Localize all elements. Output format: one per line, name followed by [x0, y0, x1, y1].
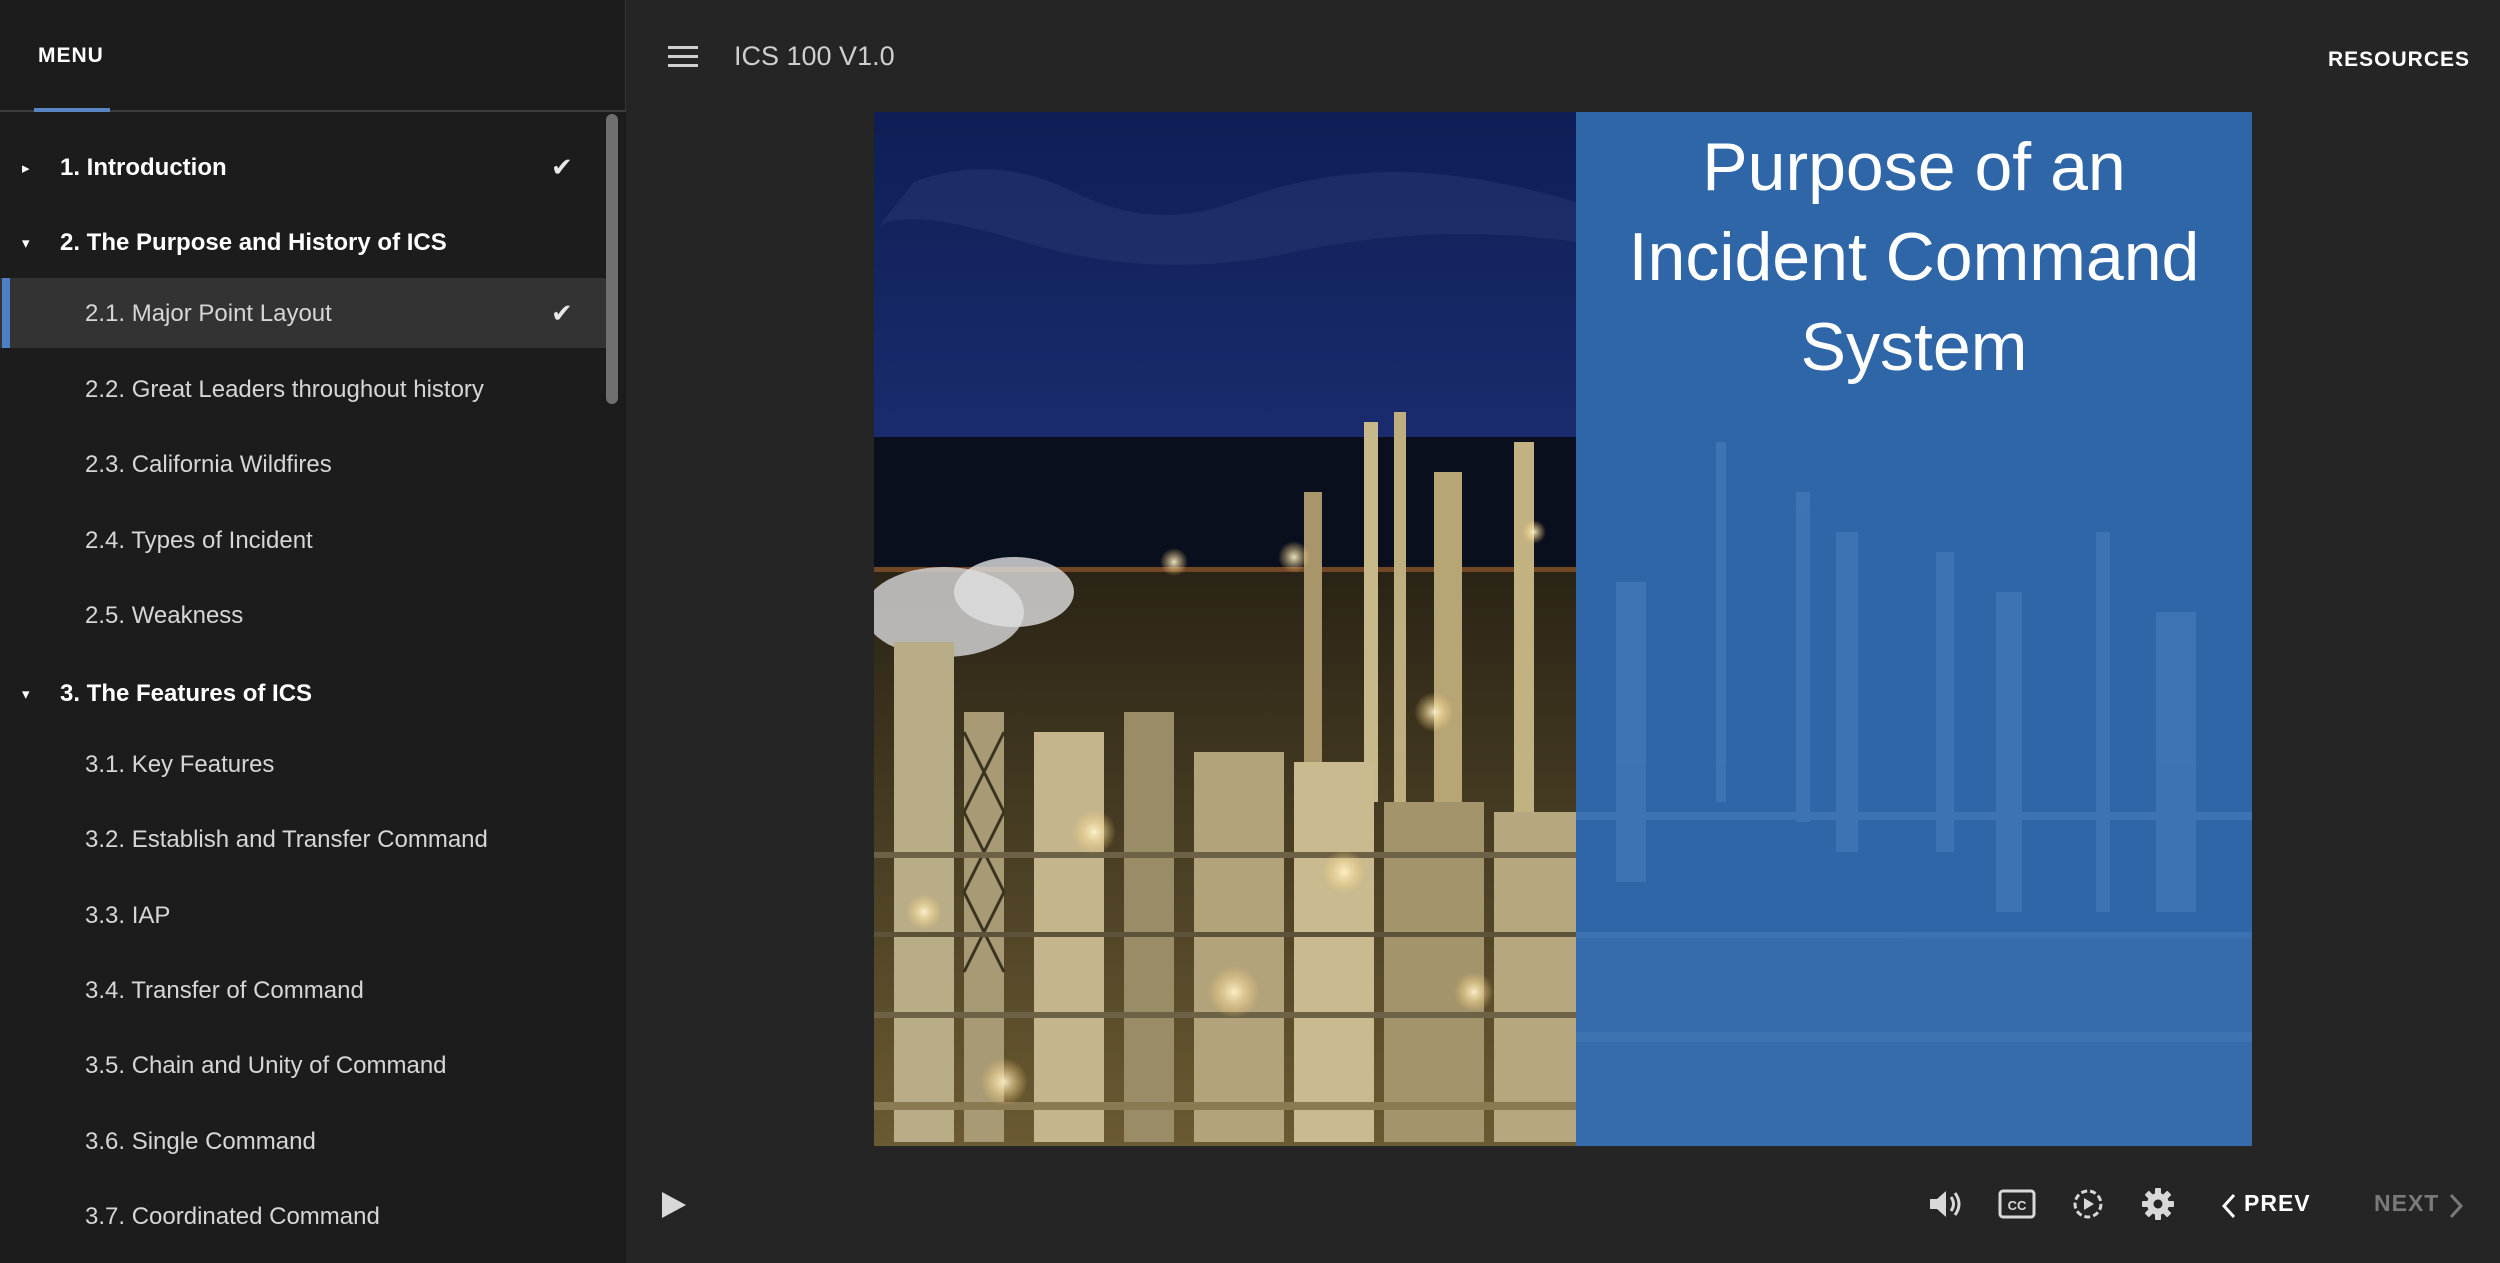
- sidebar-menu: MENU ▸ 1. Introduction ✔ ▾ 2. The Purpose an…: [0, 0, 626, 1263]
- slide-title-line: System: [1800, 309, 2028, 385]
- svg-text:CC: CC: [2008, 1198, 2027, 1213]
- chevron-left-icon[interactable]: [2221, 1193, 2237, 1219]
- menu-section[interactable]: ▾ 3. The Features of ICS: [0, 658, 606, 728]
- menu-item-label: 3.4. Transfer of Command: [85, 977, 364, 1004]
- chevron-right-icon[interactable]: [2448, 1193, 2464, 1219]
- menu-item-label: 2.1. Major Point Layout: [85, 300, 332, 327]
- menu-item[interactable]: 2.3. California Wildfires: [0, 429, 606, 499]
- menu-item-label: 3. The Features of ICS: [60, 680, 313, 707]
- playback-speed-icon[interactable]: [2070, 1186, 2106, 1222]
- menu-item-label: 2. The Purpose and History of ICS: [60, 229, 447, 256]
- menu-item[interactable]: 2.4. Types of Incident: [0, 505, 606, 575]
- course-title: ICS 100 V1.0: [734, 41, 895, 71]
- menu-item[interactable]: 3.7. Coordinated Command: [0, 1181, 606, 1251]
- menu-tab[interactable]: MENU: [38, 44, 104, 68]
- top-bar: ICS 100 V1.0 RESOURCES: [626, 0, 2500, 112]
- menu-item-label: 3.2. Establish and Transfer Command: [85, 826, 488, 853]
- caret-down-icon[interactable]: ▾: [22, 685, 30, 703]
- volume-icon[interactable]: [1926, 1186, 1966, 1222]
- next-button[interactable]: NEXT: [2374, 1190, 2439, 1217]
- menu-item[interactable]: 3.6. Single Command: [0, 1106, 606, 1176]
- menu-item-label: 2.2. Great Leaders throughout history: [85, 376, 484, 403]
- refinery-night-photo: [874, 112, 1576, 1146]
- active-item-indicator: [2, 278, 10, 348]
- closed-captions-icon[interactable]: CC: [1998, 1186, 2036, 1222]
- menu-section[interactable]: ▸ 1. Introduction ✔: [0, 132, 606, 202]
- prev-button[interactable]: PREV: [2244, 1190, 2311, 1217]
- slide-title-panel: Purpose of an Incident Command System: [1576, 112, 2252, 1146]
- menu-item[interactable]: 3.2. Establish and Transfer Command: [0, 804, 606, 874]
- menu-item-label: 3.7. Coordinated Command: [85, 1203, 380, 1230]
- menu-item[interactable]: 2.2. Great Leaders throughout history: [0, 354, 606, 424]
- resources-button[interactable]: RESOURCES: [2328, 48, 2470, 72]
- menu-item-label: 2.5. Weakness: [85, 602, 244, 629]
- menu-header: MENU: [0, 0, 626, 112]
- slide-title-line: Purpose of an: [1702, 129, 2126, 205]
- menu-item-label: 3.5. Chain and Unity of Command: [85, 1052, 447, 1079]
- checkmark-icon: ✔: [551, 298, 573, 328]
- play-icon[interactable]: [656, 1188, 690, 1222]
- sidebar-scrollbar-thumb[interactable]: [606, 114, 618, 404]
- slide-stage: Purpose of an Incident Command System: [874, 112, 2252, 1146]
- menu-item-label: 1. Introduction: [60, 154, 227, 181]
- menu-item[interactable]: 3.3. IAP: [0, 880, 606, 950]
- settings-gear-icon[interactable]: [2140, 1186, 2176, 1222]
- slide-title: Purpose of an Incident Command System: [1576, 122, 2252, 392]
- player-controls: CC PREV NEXT: [626, 1146, 2500, 1263]
- menu-item-label: 3.6. Single Command: [85, 1128, 316, 1155]
- checkmark-icon: ✔: [551, 152, 573, 182]
- menu-item-label: 3.1. Key Features: [85, 751, 275, 778]
- menu-section[interactable]: ▾ 2. The Purpose and History of ICS: [0, 207, 606, 277]
- hamburger-menu-icon[interactable]: [668, 44, 700, 70]
- menu-item[interactable]: 2.5. Weakness: [0, 580, 606, 650]
- caret-right-icon[interactable]: ▸: [22, 159, 30, 177]
- slide-title-line: Incident Command: [1628, 219, 2200, 295]
- menu-item-label: 2.4. Types of Incident: [85, 527, 313, 554]
- menu-item-label: 3.3. IAP: [85, 902, 171, 929]
- menu-item-label: 2.3. California Wildfires: [85, 451, 332, 478]
- menu-item[interactable]: 3.5. Chain and Unity of Command: [0, 1030, 606, 1100]
- caret-down-icon[interactable]: ▾: [22, 234, 30, 252]
- menu-item[interactable]: 3.4. Transfer of Command: [0, 955, 606, 1025]
- menu-list: ▸ 1. Introduction ✔ ▾ 2. The Purpose and His…: [0, 112, 606, 1263]
- menu-item[interactable]: 2.1. Major Point Layout ✔: [0, 278, 606, 348]
- menu-item[interactable]: 3.1. Key Features: [0, 729, 606, 799]
